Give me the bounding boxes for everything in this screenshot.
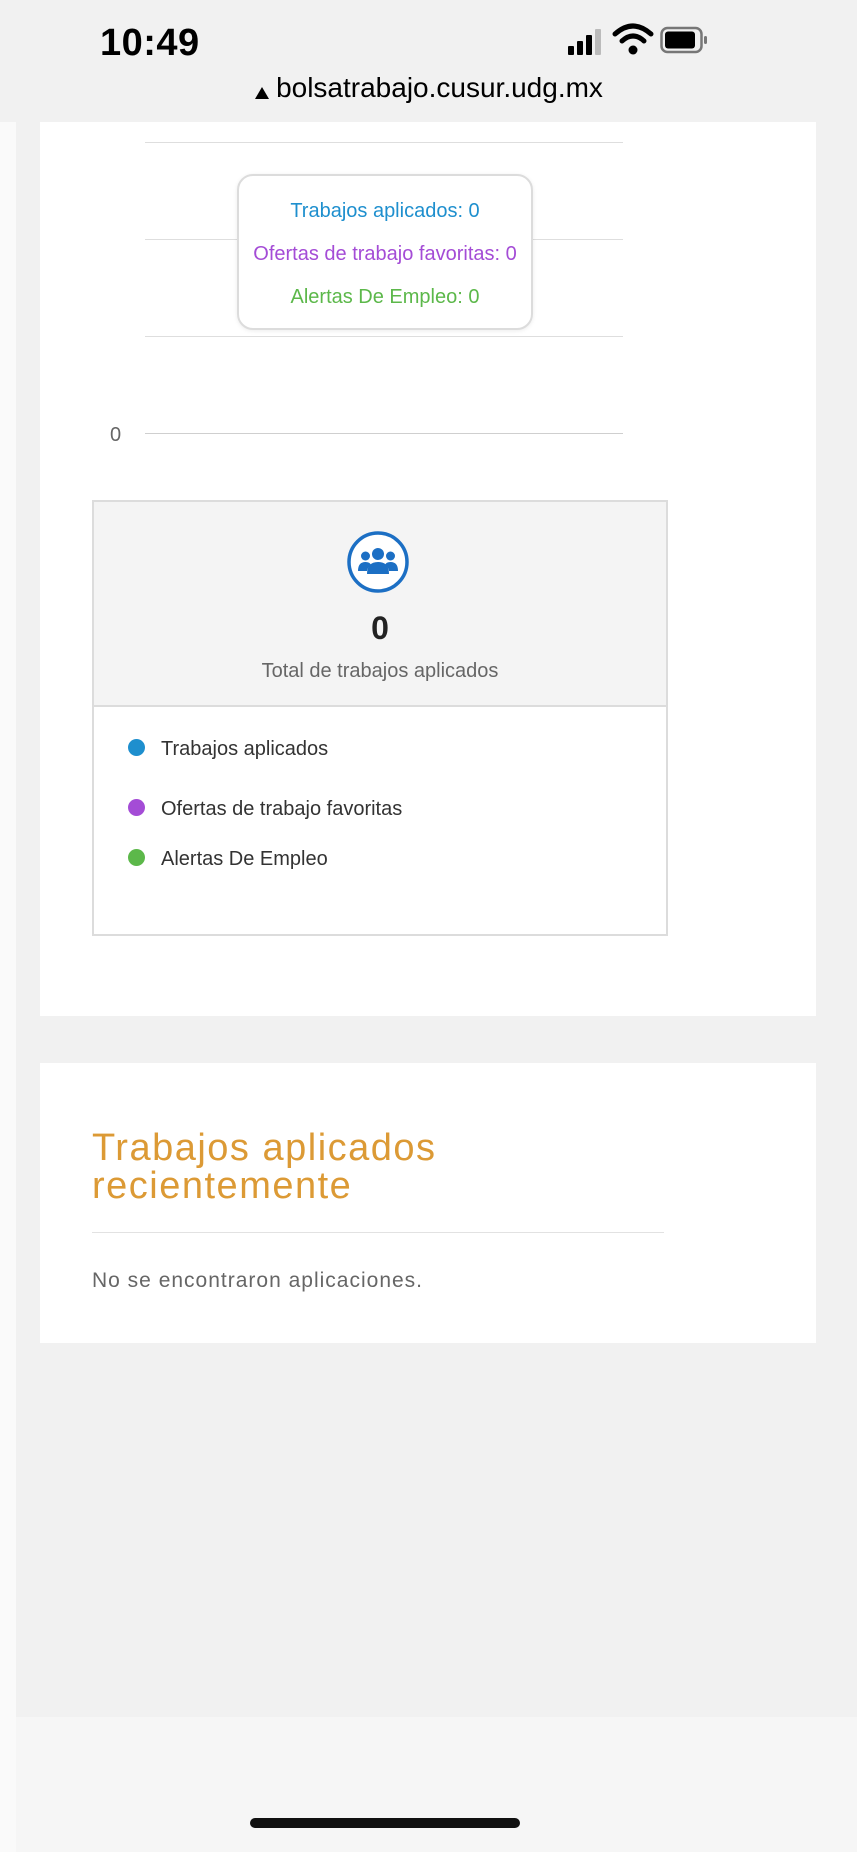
lock-icon bbox=[255, 86, 270, 99]
url-bar[interactable]: bolsatrabajo.cusur.udg.mx bbox=[0, 72, 857, 122]
home-indicator[interactable] bbox=[250, 1818, 520, 1828]
divider bbox=[92, 1232, 664, 1233]
legend-dot-green bbox=[128, 849, 145, 867]
empty-state-message: No se encontraron aplicaciones. bbox=[92, 1269, 424, 1292]
recent-applications-card: Trabajos aplicados recientemente No se e… bbox=[40, 1063, 816, 1343]
legend-label: Ofertas de trabajo favoritas bbox=[161, 798, 403, 820]
legend-label: Alertas De Empleo bbox=[161, 848, 328, 870]
recent-title-line1: Trabajos aplicados bbox=[92, 1127, 437, 1169]
legend-dot-blue bbox=[128, 739, 145, 757]
legend-dot-purple bbox=[128, 799, 145, 817]
y-axis-tick-label: 0 bbox=[110, 424, 122, 446]
legend-item-ofertas-favoritas[interactable]: Ofertas de trabajo favoritas bbox=[128, 798, 402, 821]
battery-icon bbox=[660, 26, 707, 54]
users-group-icon bbox=[347, 531, 409, 593]
wifi-icon bbox=[612, 23, 654, 55]
chart-baseline bbox=[145, 433, 623, 434]
legend-label: Trabajos aplicados bbox=[161, 738, 329, 760]
status-time: 10:49 bbox=[100, 22, 200, 64]
chart-tooltip: Trabajos aplicados: 0 Ofertas de trabajo… bbox=[237, 174, 533, 330]
legend-item-alertas-empleo[interactable]: Alertas De Empleo bbox=[128, 848, 328, 871]
chart-gridline bbox=[145, 336, 623, 337]
chart-gridline bbox=[145, 142, 623, 143]
total-applied-label: Total de trabajos aplicados bbox=[261, 660, 499, 682]
stats-header: 0 Total de trabajos aplicados bbox=[94, 502, 666, 707]
tooltip-alertas-empleo: Alertas De Empleo: 0 bbox=[290, 286, 480, 308]
stats-summary-box: 0 Total de trabajos aplicados Trabajos a… bbox=[92, 500, 668, 936]
recent-applications-title: Trabajos aplicados recientemente bbox=[92, 1129, 437, 1205]
footer-bottom bbox=[16, 1717, 857, 1852]
cellular-signal-icon bbox=[568, 29, 601, 55]
url-text: bolsatrabajo.cusur.udg.mx bbox=[276, 72, 603, 103]
recent-title-line2: recientemente bbox=[92, 1165, 353, 1207]
total-applied-value: 0 bbox=[371, 610, 389, 646]
tooltip-ofertas-favoritas: Ofertas de trabajo favoritas: 0 bbox=[253, 243, 517, 265]
page-left-margin bbox=[0, 122, 16, 1852]
tooltip-trabajos-aplicados: Trabajos aplicados: 0 bbox=[290, 200, 480, 222]
legend-item-trabajos-aplicados[interactable]: Trabajos aplicados bbox=[128, 738, 328, 761]
